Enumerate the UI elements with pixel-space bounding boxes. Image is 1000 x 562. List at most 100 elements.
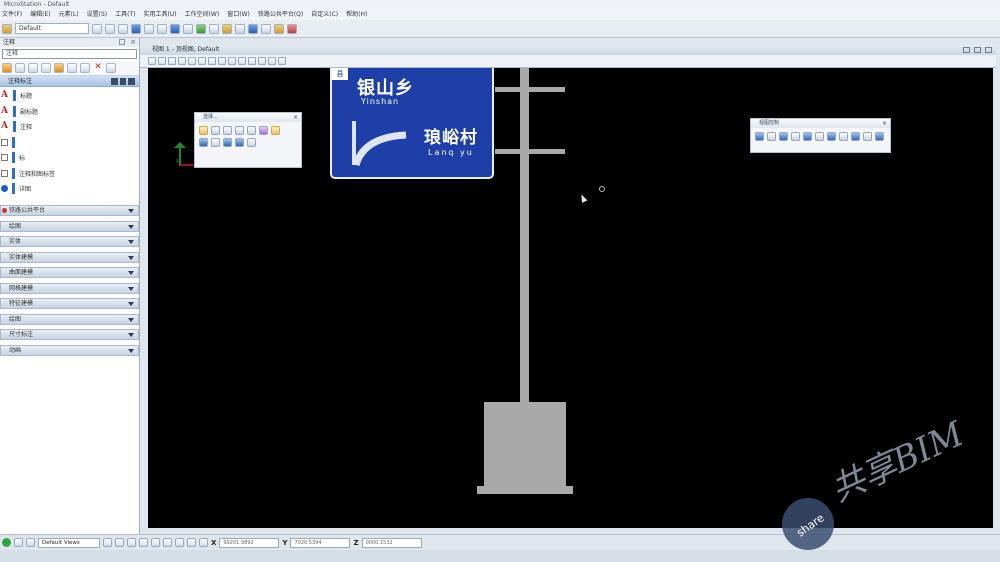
view-previous-icon[interactable] xyxy=(238,57,246,65)
element-selection-icon[interactable] xyxy=(199,126,208,135)
list-item[interactable]: 注释和图标签 xyxy=(0,166,139,182)
properties-icon[interactable] xyxy=(274,23,284,34)
options-icon[interactable] xyxy=(247,138,256,147)
class-icon[interactable] xyxy=(157,23,167,34)
snap-mode-icon[interactable] xyxy=(14,538,23,547)
view-control-header[interactable]: 视图控制 × xyxy=(751,119,890,128)
view-left-icon[interactable] xyxy=(839,132,848,141)
minimize-icon[interactable] xyxy=(963,47,970,53)
line-select-icon[interactable] xyxy=(247,126,256,135)
edit-tool-icon[interactable] xyxy=(106,63,116,73)
lighting-icon[interactable] xyxy=(248,23,258,34)
section-header[interactable]: 注释标注 xyxy=(0,76,139,87)
list-item[interactable]: A 标题 xyxy=(0,88,139,104)
view-right-icon[interactable] xyxy=(851,132,860,141)
view-5-button[interactable] xyxy=(163,538,172,547)
group-animation[interactable]: 动画 xyxy=(0,344,139,356)
close-icon[interactable]: × xyxy=(130,38,136,47)
level-combo[interactable]: Default xyxy=(15,23,89,34)
display-styles-icon[interactable] xyxy=(222,23,232,34)
close-icon[interactable]: × xyxy=(293,113,298,122)
priority-icon[interactable] xyxy=(144,23,154,34)
view-1-button[interactable] xyxy=(115,538,124,547)
group-feature-modeling[interactable]: 特征建模 xyxy=(0,298,139,309)
group-solid-modeling[interactable]: 实体建模 xyxy=(0,251,139,263)
update-view-icon[interactable] xyxy=(168,57,176,65)
list-item[interactable]: 详图 xyxy=(0,181,139,197)
select-toolbox-header[interactable]: 选择... × xyxy=(195,113,301,122)
invert-select-icon[interactable] xyxy=(235,138,244,147)
menu-edit[interactable]: 编辑(E) xyxy=(30,9,50,20)
group-mesh-modeling[interactable]: 网格建模 xyxy=(0,282,139,294)
circle-select-icon[interactable] xyxy=(235,126,244,135)
close-icon[interactable] xyxy=(985,47,992,53)
model-icon[interactable] xyxy=(170,23,180,34)
group-rail-platform[interactable]: 铁路公共平台 xyxy=(0,205,139,216)
pole-base[interactable] xyxy=(484,402,566,488)
x-coordinate-field[interactable]: 99201.9892 xyxy=(219,537,280,548)
transparency-icon[interactable] xyxy=(131,23,141,34)
sign-arm-lower[interactable] xyxy=(495,149,565,154)
note-tool-icon[interactable] xyxy=(41,63,51,73)
view-side-icon[interactable] xyxy=(791,132,800,141)
menu-settings[interactable]: 设置(S) xyxy=(87,9,108,20)
menu-file[interactable]: 文件(F) xyxy=(2,9,22,20)
fence-mode-icon[interactable] xyxy=(271,126,280,135)
pin-icon[interactable] xyxy=(119,39,125,45)
view-bottom-icon[interactable] xyxy=(827,132,836,141)
camera-icon[interactable] xyxy=(268,57,276,65)
view-next-icon[interactable] xyxy=(248,57,256,65)
view-top-icon[interactable] xyxy=(815,132,824,141)
group-dimensioning[interactable]: 尺寸标注 xyxy=(0,329,139,340)
toggle-select-icon[interactable] xyxy=(223,138,232,147)
sign-arm-upper[interactable] xyxy=(495,87,565,92)
view-attributes-icon[interactable] xyxy=(148,57,156,65)
y-coordinate-field[interactable]: 7020.5394 xyxy=(290,537,351,548)
select-tool-icon[interactable] xyxy=(2,63,12,73)
panel-search-input[interactable]: 注释 xyxy=(2,49,137,59)
text-tool-icon[interactable] xyxy=(28,63,38,73)
tag-tool-icon[interactable] xyxy=(54,63,64,73)
view-camera-icon[interactable] xyxy=(875,132,884,141)
pole-footing[interactable] xyxy=(477,486,573,494)
pan-view-icon[interactable] xyxy=(228,57,236,65)
view-2-button[interactable] xyxy=(127,538,136,547)
group-drawing[interactable]: 绘图 xyxy=(0,220,139,232)
fit-view-icon[interactable] xyxy=(208,57,216,65)
group-surface-modeling[interactable]: 曲面建模 xyxy=(0,267,139,278)
color-icon[interactable] xyxy=(92,23,102,34)
menu-element[interactable]: 元素(L) xyxy=(59,9,79,20)
saved-views-combo[interactable]: Default Views xyxy=(38,537,100,548)
view-3-button[interactable] xyxy=(139,538,148,547)
zoom-out-icon[interactable] xyxy=(188,57,196,65)
list-item[interactable]: A 注释 xyxy=(0,119,139,135)
fence-icon[interactable] xyxy=(15,63,25,73)
group-solids[interactable]: 实体 xyxy=(0,236,139,247)
view-7-button[interactable] xyxy=(187,538,196,547)
view-6-button[interactable] xyxy=(175,538,184,547)
level-icon[interactable] xyxy=(2,23,12,34)
view-iso-icon[interactable] xyxy=(803,132,812,141)
list-item[interactable] xyxy=(0,135,139,151)
reference-icon[interactable] xyxy=(183,23,193,34)
menu-customize[interactable]: 自定义(C) xyxy=(311,9,338,20)
move-select-icon[interactable] xyxy=(199,138,208,147)
levels-manager-icon[interactable] xyxy=(209,23,219,34)
road-sign[interactable]: 县 银山乡 Yinshan 琅峪村 Lanq yu xyxy=(330,68,494,179)
list-item[interactable]: A 副标题 xyxy=(0,104,139,120)
minus-select-icon[interactable] xyxy=(211,138,220,147)
accept-icon[interactable] xyxy=(2,538,11,547)
zoom-in-icon[interactable] xyxy=(178,57,186,65)
view-8-button[interactable] xyxy=(199,538,208,547)
deselect-icon[interactable] xyxy=(259,126,268,135)
shape-select-icon[interactable] xyxy=(223,126,232,135)
view-4-button[interactable] xyxy=(151,538,160,547)
walk-icon[interactable] xyxy=(278,57,286,65)
maximize-icon[interactable] xyxy=(974,47,981,53)
line-style-icon[interactable] xyxy=(105,23,115,34)
display-style-icon[interactable] xyxy=(158,57,166,65)
window-area-icon[interactable] xyxy=(198,57,206,65)
view-front-icon[interactable] xyxy=(779,132,788,141)
close-tool-icon[interactable] xyxy=(287,23,297,34)
raster-icon[interactable] xyxy=(196,23,206,34)
